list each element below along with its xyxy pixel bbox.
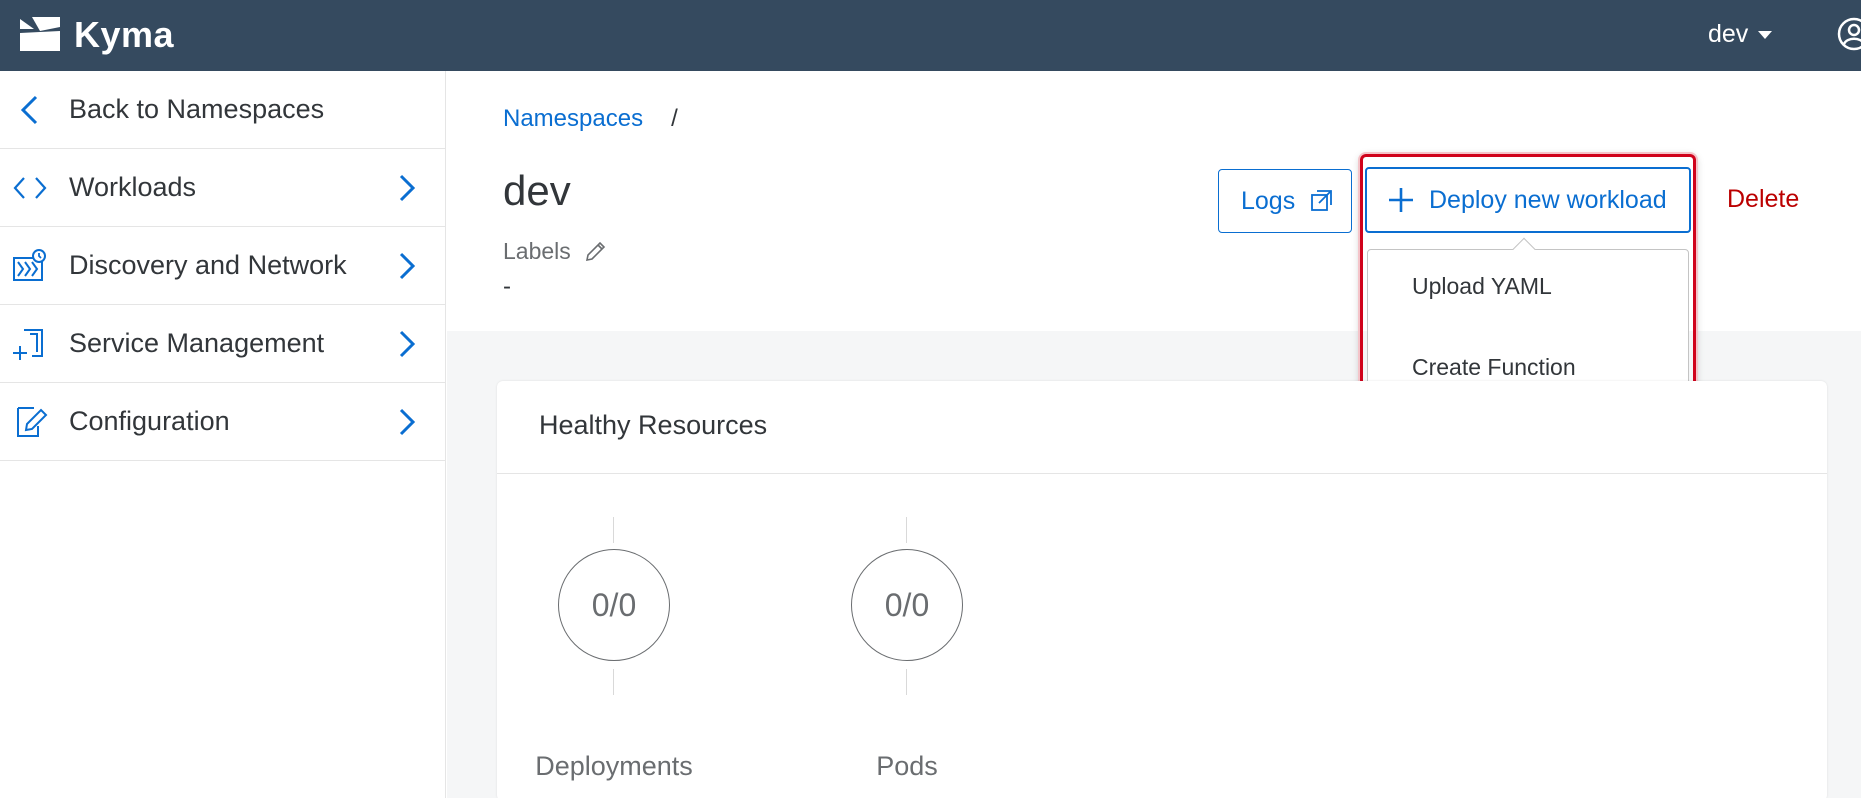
sidebar-back-to-namespaces[interactable]: Back to Namespaces — [0, 71, 446, 149]
user-profile-icon[interactable] — [1836, 16, 1861, 52]
kyma-logo-icon — [20, 17, 60, 51]
brand[interactable]: Kyma — [18, 12, 174, 58]
main-content: Namespaces / dev Labels - Logs Deploy ne… — [447, 71, 1861, 798]
plus-icon — [1389, 188, 1413, 212]
sidebar-item-label: Discovery and Network — [69, 250, 347, 280]
edit-pencil-icon[interactable] — [583, 240, 607, 264]
sidebar-item-label: Workloads — [69, 172, 197, 202]
chevron-right-icon — [399, 408, 416, 435]
labels-label: Labels — [503, 238, 571, 264]
caret-down-icon — [1758, 30, 1773, 39]
chevron-right-icon — [399, 174, 416, 201]
card-header: Healthy Resources — [497, 381, 1827, 474]
brand-name: Kyma — [74, 14, 175, 55]
discovery-network-icon — [13, 248, 46, 281]
sidebar-item-service-management[interactable]: Service Management — [0, 305, 446, 383]
sidebar-item-label: Service Management — [69, 328, 325, 358]
page-header: Namespaces / dev Labels - Logs Deploy ne… — [447, 71, 1861, 422]
sidebar: Back to Namespaces Workloads Discovery a… — [0, 71, 446, 798]
deploy-button-label: Deploy new workload — [1429, 185, 1667, 214]
sidebar-item-configuration[interactable]: Configuration — [0, 383, 446, 461]
labels-row: Labels — [503, 238, 607, 265]
stat-tick-bottom — [906, 669, 907, 695]
logs-button-label: Logs — [1241, 186, 1296, 215]
external-link-icon — [1311, 190, 1333, 211]
page-title: dev — [503, 167, 571, 214]
stat-circle: 0/0 — [851, 549, 963, 661]
stat-label: Deployments — [535, 751, 693, 781]
menu-item-upload-yaml[interactable]: Upload YAML — [1368, 255, 1688, 317]
delete-button[interactable]: Delete — [1727, 185, 1799, 214]
breadcrumb-separator: / — [671, 105, 678, 132]
breadcrumb-namespaces-link[interactable]: Namespaces — [503, 105, 643, 133]
deploy-new-workload-button[interactable]: Deploy new workload — [1365, 167, 1691, 233]
stat-label: Pods — [876, 751, 938, 781]
chevron-right-icon — [399, 252, 416, 279]
healthy-resources-card: Healthy Resources 0/0 Deployments 0/0 Po… — [497, 381, 1827, 798]
sidebar-item-workloads[interactable]: Workloads — [0, 149, 446, 227]
namespace-switcher[interactable]: dev — [1708, 20, 1773, 49]
sidebar-back-label: Back to Namespaces — [69, 94, 325, 124]
stat-tick-bottom — [613, 669, 614, 695]
sidebar-item-discovery-network[interactable]: Discovery and Network — [0, 227, 446, 305]
shell-bar: Kyma dev — [0, 0, 1861, 71]
namespace-switcher-label: dev — [1708, 20, 1749, 48]
sidebar-item-label: Configuration — [69, 406, 230, 436]
configuration-icon — [17, 406, 48, 437]
code-brackets-icon — [13, 176, 47, 199]
chevron-right-icon — [399, 330, 416, 357]
card-title: Healthy Resources — [539, 410, 768, 440]
logs-button[interactable]: Logs — [1218, 169, 1352, 233]
labels-value: - — [503, 273, 511, 300]
chevron-left-icon — [20, 95, 38, 124]
stat-tick-top — [906, 517, 907, 543]
stat-circle: 0/0 — [558, 549, 670, 661]
breadcrumb: Namespaces / — [503, 105, 678, 133]
service-management-icon — [13, 328, 43, 360]
stat-tick-top — [613, 517, 614, 543]
